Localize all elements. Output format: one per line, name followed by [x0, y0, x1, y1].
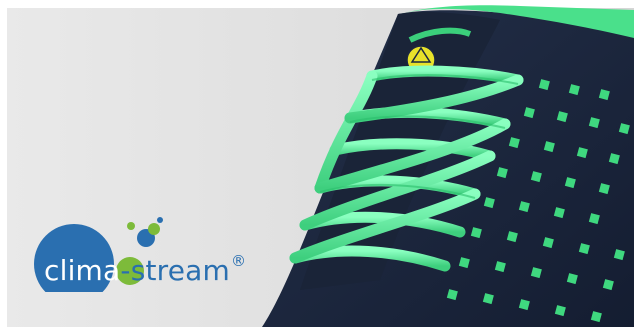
registered-trademark-symbol: ® — [231, 252, 247, 270]
logo-wordmark-stream: -stream — [120, 254, 231, 287]
banner-image: ESD clima-stream® — [0, 0, 634, 327]
logo-wordmark-clim: clim — [44, 254, 104, 287]
logo-wordmark-a: a — [103, 254, 121, 287]
logo-wordmark: clima-stream® — [44, 252, 247, 287]
clima-stream-logo: clima-stream® — [28, 216, 278, 292]
